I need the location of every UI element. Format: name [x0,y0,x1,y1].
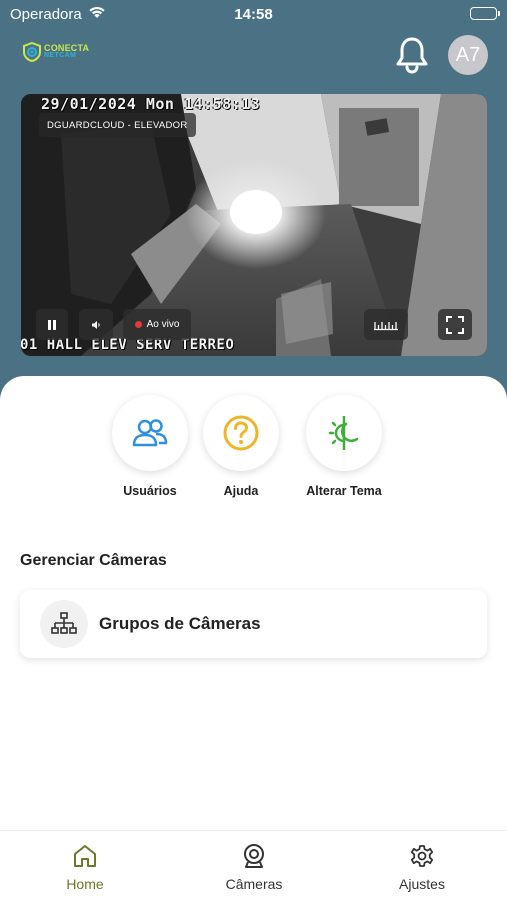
tab-home[interactable]: Home [25,843,145,892]
app-logo: CONECTA NETCAM [22,42,89,62]
help-button[interactable] [203,395,279,471]
live-label: Ao vivo [146,319,180,330]
users-button[interactable] [112,395,188,471]
battery-icon [470,7,500,20]
tab-label: Ajustes [399,876,445,892]
fullscreen-icon [446,315,464,334]
logo-text-top: CONECTA [44,43,90,53]
gear-icon [410,845,434,867]
quick-action-label: Ajuda [223,484,259,498]
volume-icon [92,320,100,329]
timeline-button[interactable] [364,309,408,340]
theme-button[interactable] [306,395,382,471]
live-indicator: Ao vivo [123,309,191,340]
quick-action-label: Usuários [123,484,177,498]
fullscreen-button[interactable] [438,309,472,340]
tab-label: Home [66,876,104,892]
section-title: Gerenciar Câmeras [20,552,167,569]
status-bar: Operadora 14:58 [0,0,507,28]
volume-button[interactable] [79,309,113,340]
quick-action-label: Alterar Tema [306,484,382,498]
home-icon [74,845,96,867]
bell-icon[interactable] [394,36,430,79]
camera-name-badge: DGUARDCLOUD - ELEVADOR [39,113,196,137]
theme-icon [328,416,359,450]
quick-action-help[interactable]: Ajuda [191,395,291,498]
status-time: 14:58 [234,6,273,23]
camera-timestamp: 29/01/2024 Mon 14:58:13 [41,95,261,113]
logo-shield-icon [23,42,41,62]
camera-groups-label: Grupos de Câmeras [99,614,261,633]
logo-text-bottom: NETCAM [44,52,77,59]
users-icon [132,419,168,447]
webcam-icon [244,844,264,868]
quick-action-theme[interactable]: Alterar Tema [294,395,394,498]
sitemap-icon [40,600,88,648]
pause-icon [48,319,56,330]
content-sheet: Usuários Ajuda Alterar Tema Gerenciar Câ… [0,376,507,900]
live-dot [134,321,142,328]
tab-label: Câmeras [225,876,283,892]
tab-cameras[interactable]: Câmeras [194,843,314,892]
tab-bar: Home Câmeras Ajustes [0,830,507,900]
avatar[interactable]: A7 [448,35,488,75]
timeline-icon [374,321,398,330]
help-icon [223,415,259,451]
camera-live-view[interactable]: 29/01/2024 Mon 14:58:13 DGUARDCLOUD - EL… [21,94,487,356]
camera-groups-card[interactable]: Grupos de Câmeras [20,590,487,658]
quick-action-users[interactable]: Usuários [100,395,200,498]
pause-button[interactable] [36,309,68,340]
tab-settings[interactable]: Ajustes [362,843,482,892]
app-header: CONECTA NETCAM A7 [0,30,507,80]
